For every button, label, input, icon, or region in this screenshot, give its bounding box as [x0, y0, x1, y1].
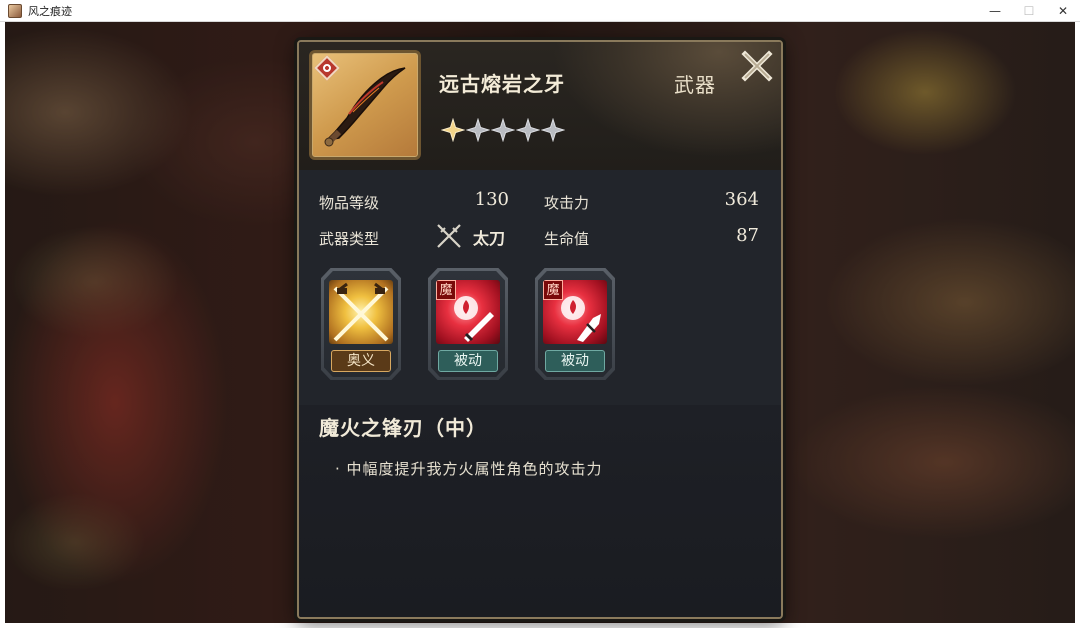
- star-rating: [441, 118, 565, 142]
- skill-slot-passive-2[interactable]: 魔 被动: [535, 268, 615, 380]
- star-filled-icon: [441, 118, 465, 142]
- skill-label-passive-1: 被动: [438, 350, 498, 372]
- hp-value: 87: [736, 225, 759, 246]
- window-controls: — ☐ ✕: [978, 0, 1080, 22]
- skill-description-title: 魔火之锋刃（中）: [319, 416, 487, 440]
- attack-label: 攻击力: [544, 194, 590, 212]
- curved-blade-icon: [324, 67, 406, 147]
- skill-label-ougi: 奥义: [331, 350, 391, 372]
- item-icon-frame: [309, 50, 421, 160]
- weapon-type-label: 武器类型: [319, 230, 380, 248]
- app-icon: [8, 3, 22, 18]
- item-level-label: 物品等级: [319, 194, 380, 212]
- window-titlebar: 风之痕迹 — ☐ ✕: [0, 0, 1080, 22]
- maximize-button[interactable]: ☐: [1012, 0, 1046, 22]
- skill-slot-passive-1[interactable]: 魔 被动: [428, 268, 508, 380]
- window-title: 风之痕迹: [28, 4, 72, 18]
- hp-label: 生命值: [544, 230, 590, 248]
- close-icon[interactable]: [740, 50, 774, 82]
- star-empty-icon: [541, 118, 565, 142]
- fire-spear-skill-icon: 魔: [543, 280, 607, 344]
- fire-sword-skill-icon: 魔: [436, 280, 500, 344]
- item-name: 远古熔岩之牙: [439, 72, 565, 96]
- item-detail-card: 远古熔岩之牙 武器 物品等级 130 武器类型 太刀 攻击力 364 生命值 8…: [297, 40, 783, 619]
- demon-badge: 魔: [543, 280, 563, 300]
- star-empty-icon: [516, 118, 540, 142]
- card-header: 远古熔岩之牙 武器: [299, 42, 781, 170]
- crossed-swords-skill-icon: [329, 280, 393, 344]
- skill-description-text: · 中幅度提升我方火属性角色的攻击力: [335, 460, 603, 478]
- star-empty-icon: [466, 118, 490, 142]
- star-empty-icon: [491, 118, 515, 142]
- skill-label-passive-2: 被动: [545, 350, 605, 372]
- demon-badge: 魔: [436, 280, 456, 300]
- skill-slot-ougi[interactable]: 奥义: [321, 268, 401, 380]
- window-close-button[interactable]: ✕: [1046, 0, 1080, 22]
- weapon-type-value: 太刀: [473, 229, 506, 248]
- attack-value: 364: [724, 189, 759, 210]
- crossed-swords-icon: [437, 224, 461, 248]
- minimize-button[interactable]: —: [978, 0, 1012, 22]
- item-level-value: 130: [474, 189, 509, 210]
- item-category: 武器: [674, 73, 716, 97]
